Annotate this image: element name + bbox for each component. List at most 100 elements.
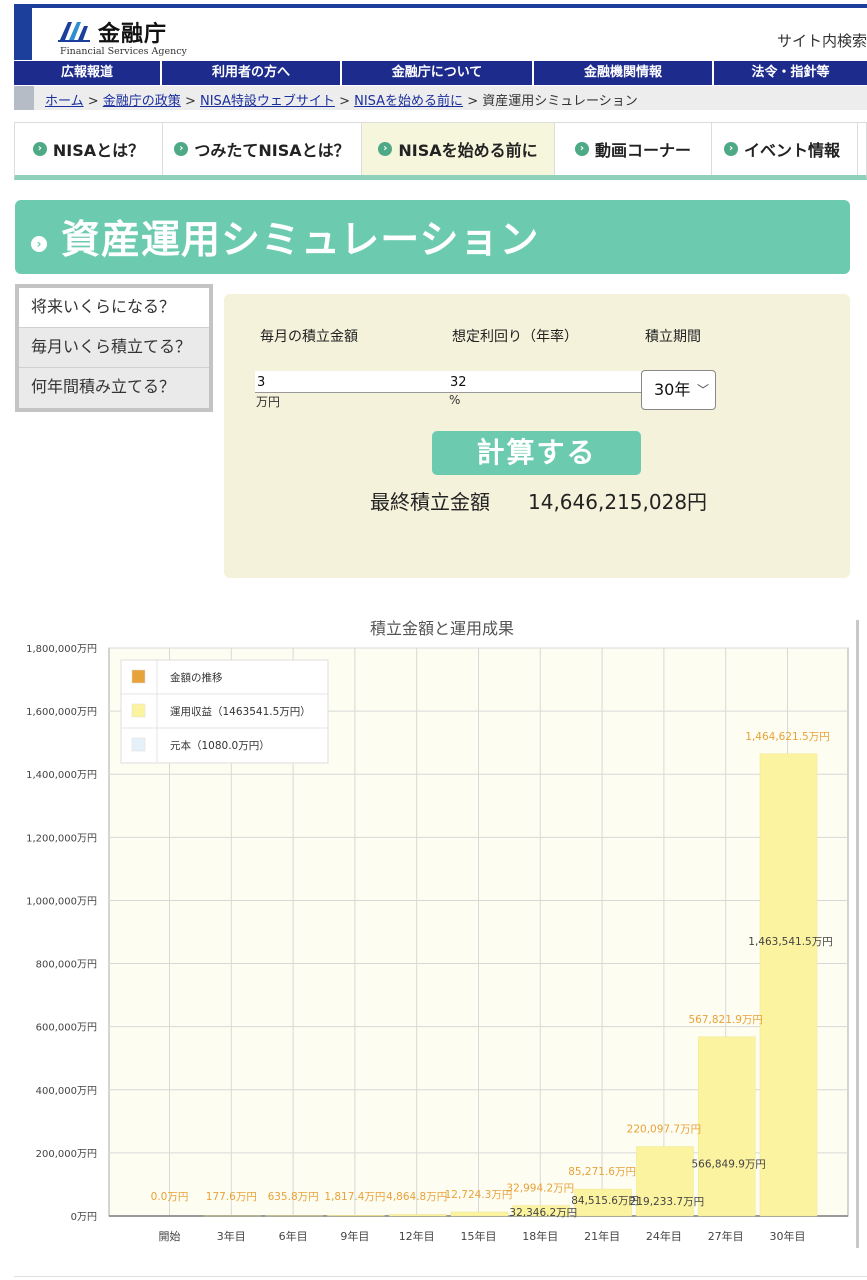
- x-tick-label: 12年目: [399, 1229, 435, 1243]
- chevron-right-icon: ›: [378, 142, 393, 156]
- legend-swatch: [131, 703, 146, 718]
- chevron-down-icon: ﹀: [696, 383, 709, 397]
- simulation-chart: 積立金額と運用成果 0万円 200,000万円 400,000万円 600,000万円 8…: [14, 612, 860, 1268]
- subnav-item-before-start[interactable]: › NISAを始める前に: [362, 123, 555, 175]
- simulation-form-panel: 毎月の積立金額 想定利回り（年率） 積立期間 万円 % 30年 ﹀ 計算する 最…: [224, 294, 850, 578]
- site-search-link[interactable]: サイト内検索: [777, 30, 867, 51]
- y-tick-label: 200,000万円: [36, 1149, 97, 1160]
- breadcrumb-separator: >: [180, 94, 200, 109]
- calculate-button[interactable]: 計算する: [432, 431, 641, 475]
- data-label-total: 1,817.4万円: [324, 1191, 385, 1203]
- chevron-right-icon: ›: [174, 142, 189, 156]
- breadcrumb-separator: >: [334, 94, 355, 109]
- breadcrumb: ホーム > 金融庁の政策 > NISA特設ウェブサイト > NISAを始める前に…: [45, 90, 638, 109]
- subnav-label: NISAとは？: [52, 141, 145, 160]
- logo-subtext: Financial Services Agency: [60, 46, 187, 57]
- data-label-total: 0.0万円: [151, 1191, 189, 1203]
- x-tick-label: 24年目: [646, 1229, 682, 1243]
- data-label-total: 220,097.7万円: [627, 1124, 701, 1136]
- y-tick-label: 400,000万円: [36, 1086, 97, 1097]
- subnav-item-video-corner[interactable]: › 動画コーナー: [555, 123, 712, 175]
- period-select[interactable]: 30年 ﹀: [641, 370, 716, 410]
- chart-svg: 積立金額と運用成果 0万円 200,000万円 400,000万円 600,000万円 8…: [26, 619, 849, 1243]
- monthly-amount-label: 毎月の積立金額: [260, 329, 358, 345]
- simulation-mode-tabs: 将来いくらになる？ 毎月いくら積立てる？ 何年間積み立てる？: [15, 284, 213, 412]
- breadcrumb-separator: >: [83, 94, 103, 109]
- fsa-logo-icon: [58, 22, 90, 42]
- nisa-sub-nav: › NISAとは？ › つみたてNISAとは？ › NISAを始める前に › 動画コーナ…: [14, 122, 867, 180]
- breadcrumb-current: 資産運用シミュレーション: [482, 94, 638, 109]
- breadcrumb-link-before-start[interactable]: NISAを始める前に: [354, 94, 463, 109]
- data-label-total: 177.6万円: [206, 1191, 257, 1203]
- mode-tab-future-amount[interactable]: 将来いくらになる？: [19, 288, 209, 328]
- y-tick-label: 1,200,000万円: [26, 833, 97, 844]
- data-label-total: 567,821.9万円: [688, 1014, 762, 1026]
- rate-unit: %: [449, 393, 461, 407]
- y-tick-label: 600,000万円: [36, 1023, 97, 1034]
- monthly-amount-input[interactable]: [255, 371, 448, 393]
- x-tick-label: 9年目: [340, 1229, 369, 1243]
- data-label-total: 1,464,621.5万円: [745, 731, 829, 743]
- chart-scrollbar[interactable]: [856, 620, 859, 1248]
- rate-label: 想定利回り（年率）: [452, 329, 578, 345]
- y-tick-label: 1,800,000万円: [26, 644, 97, 655]
- legend-label: 金額の推移: [170, 671, 223, 684]
- period-select-value: 30年: [654, 380, 691, 399]
- subnav-label: イベント情報: [744, 141, 841, 160]
- legend-swatch: [131, 669, 146, 684]
- x-tick-label: 18年目: [522, 1229, 558, 1243]
- x-tick-label: 15年目: [461, 1229, 497, 1243]
- data-label-profit: 566,849.9万円: [691, 1158, 765, 1170]
- mode-tab-period[interactable]: 何年間積み立てる？: [19, 368, 209, 408]
- gnav-item-about[interactable]: 金融庁について: [342, 61, 534, 85]
- gnav-item-laws[interactable]: 法令・指針等: [714, 61, 867, 85]
- gnav-item-users[interactable]: 利用者の方へ: [162, 61, 342, 85]
- y-tick-label: 1,600,000万円: [26, 707, 97, 718]
- subnav-label: つみたてNISAとは？: [194, 141, 350, 160]
- data-label-total: 4,864.8万円: [386, 1191, 447, 1203]
- data-label-total: 635.8万円: [268, 1191, 319, 1203]
- chart-title: 積立金額と運用成果: [370, 619, 514, 638]
- breadcrumb-link-policy[interactable]: 金融庁の政策: [103, 94, 181, 109]
- chevron-right-icon: ›: [574, 142, 589, 156]
- subnav-item-what-is-nisa[interactable]: › NISAとは？: [15, 123, 163, 175]
- legend-label: 元本（1080.0万円）: [170, 739, 270, 752]
- data-label-profit: 32,346.2万円: [509, 1207, 577, 1219]
- mode-tab-monthly-amount[interactable]: 毎月いくら積立てる？: [19, 328, 209, 368]
- site-header: 金融庁 Financial Services Agency サイト内検索: [14, 4, 867, 60]
- page-title-banner: › 資産運用シミュレーション: [15, 200, 850, 274]
- subnav-item-events[interactable]: › イベント情報: [712, 123, 858, 175]
- x-tick-label: 開始: [159, 1229, 181, 1243]
- data-label-profit: 1,463,541.5万円: [748, 936, 832, 948]
- page-title: 資産運用シミュレーション: [61, 218, 540, 263]
- y-tick-label: 1,400,000万円: [26, 770, 97, 781]
- y-tick-label: 800,000万円: [36, 960, 97, 971]
- legend-swatch: [131, 737, 146, 752]
- gnav-item-press[interactable]: 広報報道: [14, 61, 162, 85]
- breadcrumb-link-home[interactable]: ホーム: [45, 94, 84, 109]
- chevron-right-icon: ›: [32, 142, 47, 156]
- bar-total-3: [327, 1215, 385, 1217]
- data-label-total: 85,271.6万円: [568, 1166, 636, 1178]
- x-tick-label: 30年目: [770, 1229, 806, 1243]
- rate-input[interactable]: [448, 371, 641, 393]
- bar-total-9: [697, 1036, 756, 1217]
- gnav-item-institutions[interactable]: 金融機関情報: [534, 61, 714, 85]
- logo-text: 金融庁: [98, 22, 168, 47]
- period-label: 積立期間: [645, 329, 701, 345]
- y-tick-label: 1,000,000万円: [26, 896, 97, 907]
- monthly-amount-unit: 万円: [256, 395, 281, 409]
- bar-total-5: [450, 1211, 509, 1217]
- breadcrumb-marker: [14, 86, 34, 110]
- x-tick-label: 21年目: [584, 1229, 620, 1243]
- global-nav: 広報報道 利用者の方へ 金融庁について 金融機関情報 法令・指針等: [14, 61, 867, 85]
- bar-total-4: [388, 1214, 447, 1217]
- chevron-right-icon: ›: [724, 142, 738, 156]
- subnav-item-tsumitate-nisa[interactable]: › つみたてNISAとは？: [163, 123, 362, 175]
- fsa-logo[interactable]: 金融庁 Financial Services Agency: [58, 14, 208, 58]
- data-label-profit: 219,233.7万円: [630, 1196, 704, 1208]
- result-value: 14,646,215,028円: [528, 490, 708, 514]
- breadcrumb-separator: >: [463, 94, 483, 109]
- breadcrumb-link-nisa-site[interactable]: NISA特設ウェブサイト: [200, 94, 335, 109]
- legend-label: 運用収益（1463541.5万円）: [170, 705, 311, 718]
